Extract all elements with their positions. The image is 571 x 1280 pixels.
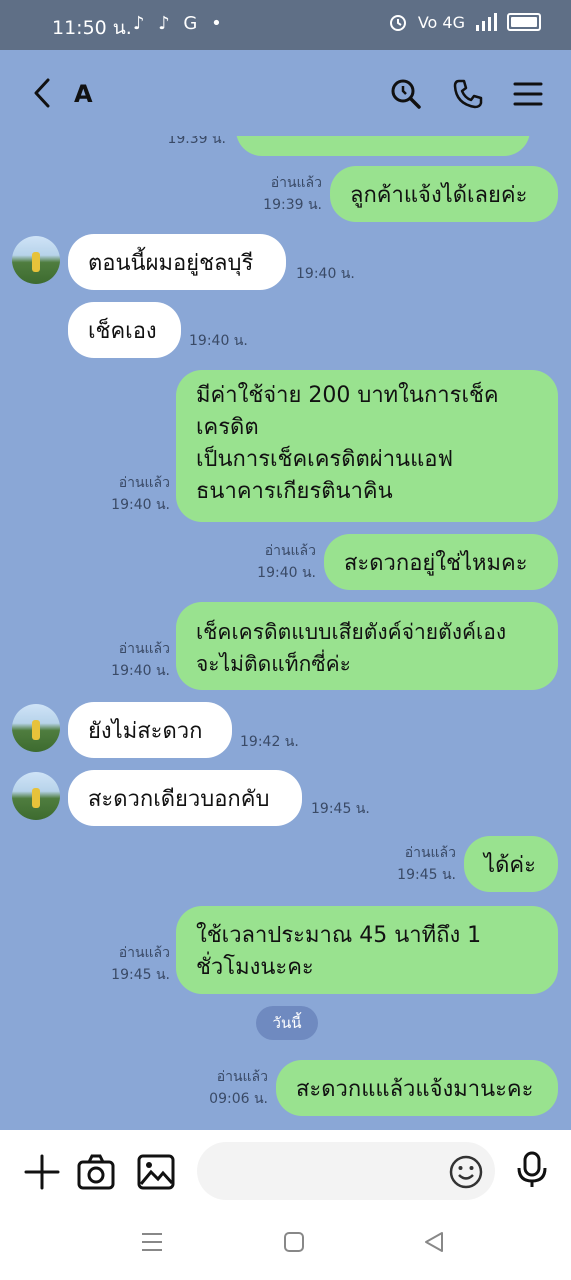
menu-icon[interactable]	[512, 78, 544, 110]
read-receipt: อ่านแล้ว	[118, 475, 170, 491]
message-bubble-sent[interactable]: ได้ค่ะ	[464, 836, 558, 892]
message-bubble-sent[interactable]: ใช้เวลาประมาณ 45 นาทีถึง 1 ชั่วโมงนะคะ	[176, 906, 558, 994]
message-time: 19:45 น.	[397, 867, 456, 883]
date-separator: วันนี้	[256, 1006, 318, 1040]
message-meta: อ่านแล้ว 09:06 น.	[186, 1066, 268, 1110]
notification-icons: ♪ ♪ G •	[133, 13, 226, 34]
emoji-icon[interactable]	[449, 1155, 483, 1189]
message-bubble-sent[interactable]: สะดวกอยู่ใช่ไหมคะ	[324, 534, 558, 590]
contact-avatar[interactable]	[12, 772, 60, 820]
status-right-icons: Vo 4G	[388, 12, 541, 32]
message-bubble-sent[interactable]: สะดวกแแล้วแจ้งมานะคะ	[276, 1060, 558, 1116]
message-line: ใช้เวลาประมาณ 45 นาทีถึง 1	[196, 923, 482, 948]
message-line: เป็นการเช็คเครดิตผ่านแอฟ	[196, 447, 454, 472]
message-time: 19:40 น.	[189, 333, 248, 349]
input-bar	[0, 1130, 571, 1280]
message-line: จะไม่ติดแท็กซี่ค่ะ	[196, 652, 351, 676]
message-time: 19:40 น.	[257, 565, 316, 581]
contact-avatar[interactable]	[12, 236, 60, 284]
message-meta: อ่านแล้ว 19:40 น.	[88, 472, 170, 516]
message-meta: อ่านแล้ว 19:45 น.	[88, 942, 170, 986]
alarm-icon	[389, 15, 406, 31]
read-receipt: อ่านแล้ว	[404, 845, 456, 861]
message-bubble-received[interactable]: ยังไม่สะดวก	[68, 702, 232, 758]
message-time: 19:40 น.	[296, 266, 355, 282]
read-receipt: อ่านแล้ว	[118, 945, 170, 961]
camera-icon[interactable]	[76, 1152, 116, 1192]
message-bubble-received[interactable]: สะดวกเดียวบอกคับ	[68, 770, 302, 826]
read-receipt: อ่านแล้ว	[270, 175, 322, 191]
message-time: 19:39 น.	[263, 197, 322, 213]
message-bubble-received[interactable]: ตอนนี้ผมอยู่ชลบุรี	[68, 234, 286, 290]
home-icon[interactable]	[282, 1230, 306, 1254]
phone-icon[interactable]	[452, 78, 484, 110]
message-time: 09:06 น.	[209, 1091, 268, 1107]
message-line: ธนาคารเกียรตินาคิน	[196, 479, 393, 504]
signal-icon	[476, 13, 497, 31]
message-list[interactable]: 19.39 น. อ่านแล้ว 19:39 น. ลูกค้าแจ้งได้…	[0, 136, 571, 1130]
contact-avatar[interactable]	[12, 704, 60, 752]
status-time: 11:50 น.	[52, 17, 132, 39]
message-time: 19:45 น.	[311, 801, 370, 817]
chat-header: A	[0, 50, 571, 136]
back-icon[interactable]	[28, 78, 58, 108]
battery-icon	[507, 13, 541, 31]
message-meta: อ่านแล้ว 19:39 น.	[240, 172, 322, 216]
message-bubble-sent[interactable]: มีค่าใช้จ่าย 200 บาทในการเช็ค เครดิต เป็…	[176, 370, 558, 522]
microphone-icon[interactable]	[512, 1150, 552, 1190]
chat-title: A	[74, 80, 93, 108]
network-label: Vo 4G	[417, 12, 465, 32]
message-time: 19:45 น.	[111, 967, 170, 983]
message-line: เครดิต	[196, 415, 259, 440]
read-receipt: อ่านแล้ว	[264, 543, 316, 559]
message-time: 19.39 น.	[167, 136, 226, 147]
message-time: 19:40 น.	[111, 663, 170, 679]
message-meta: อ่านแล้ว 19:45 น.	[374, 842, 456, 886]
read-receipt: อ่านแล้ว	[118, 641, 170, 657]
message-meta: อ่านแล้ว 19:40 น.	[234, 540, 316, 584]
image-icon[interactable]	[136, 1152, 176, 1192]
message-line: มีค่าใช้จ่าย 200 บาทในการเช็ค	[196, 383, 499, 408]
message-time: 19:40 น.	[111, 497, 170, 513]
message-bubble-sent[interactable]: เช็คเครดิตแบบเสียตังค์จ่ายตังค์เอง จะไม่…	[176, 602, 558, 690]
message-line: เช็คเครดิตแบบเสียตังค์จ่ายตังค์เอง	[196, 620, 507, 644]
read-receipt: อ่านแล้ว	[216, 1069, 268, 1085]
chat-screen: A 19.39 น. อ่านแล้ว 19:39 น. ลูกค้าแจ้งไ…	[0, 50, 571, 1130]
message-meta: อ่านแล้ว 19:40 น.	[88, 638, 170, 682]
message-time: 19:42 น.	[240, 734, 299, 750]
status-bar: 11:50 น. ♪ ♪ G • Vo 4G	[0, 0, 571, 50]
plus-icon[interactable]	[22, 1152, 62, 1192]
message-bubble-sent[interactable]: ลูกค้าแจ้งได้เลยค่ะ	[330, 166, 558, 222]
message-bubble-received[interactable]: เช็คเอง	[68, 302, 181, 358]
message-input[interactable]	[197, 1142, 495, 1200]
message-bubble-partial[interactable]	[236, 136, 530, 156]
search-icon[interactable]	[390, 78, 422, 110]
message-line: ชั่วโมงนะคะ	[196, 955, 314, 980]
recent-apps-icon[interactable]	[140, 1230, 164, 1254]
back-nav-icon[interactable]	[422, 1230, 446, 1254]
